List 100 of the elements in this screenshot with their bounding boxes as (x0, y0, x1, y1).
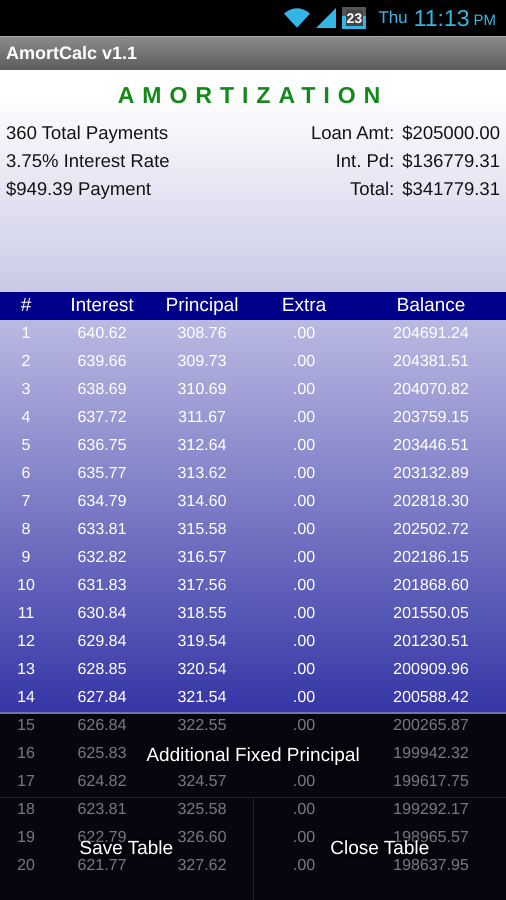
row-number: 3 (20, 381, 32, 399)
balance-cell-text: 202502.72 (392, 521, 470, 539)
row-number: 5 (20, 437, 32, 455)
extra-cell-text: .00 (292, 605, 316, 623)
extra-cell-text: .00 (292, 521, 316, 539)
principal-cell-text: 309.73 (176, 353, 228, 371)
row-number: 8 (20, 521, 32, 539)
principal-cell-text: 320.54 (176, 661, 228, 679)
interest-cell-text: 634.79 (76, 493, 128, 511)
principal-cell-text: 327.62 (176, 857, 228, 875)
principal-cell-text: 324.57 (176, 773, 228, 791)
extra-cell-text: .00 (292, 437, 316, 455)
interest-cell-text: 627.84 (76, 689, 128, 707)
battery-level: 23 (346, 10, 364, 26)
summary-label: Int. Pd: (334, 149, 394, 173)
principal-cell-text: 313.62 (176, 465, 228, 483)
wifi-icon (284, 8, 310, 28)
row-number: 9 (20, 549, 32, 567)
balance-cell-text: 199292.17 (392, 801, 470, 819)
am-pm-label: PM (474, 12, 496, 28)
principal-cell-text: 325.58 (176, 801, 228, 819)
interest-cell-text: 635.77 (76, 465, 128, 483)
summary-line: 360 Total Payments (6, 121, 170, 145)
app-title: AmortCalc v1.1 (6, 43, 138, 64)
principal-cell-text: 322.55 (176, 717, 228, 735)
row-number: 7 (20, 493, 32, 511)
interest-cell-text: 629.84 (76, 633, 128, 651)
principal-cell-text: 318.55 (176, 605, 228, 623)
principal-cell-text: 310.69 (176, 381, 228, 399)
row-number: 4 (20, 409, 32, 427)
principal-cell-text: 312.64 (176, 437, 228, 455)
extra-cell-text: .00 (292, 857, 316, 875)
summary-value: $205000.00 (402, 121, 500, 145)
column-header: Balance (396, 295, 466, 317)
balance-cell-text: 199942.32 (392, 745, 470, 763)
interest-cell-text: 623.81 (76, 801, 128, 819)
extra-cell-text: .00 (292, 801, 316, 819)
interest-cell-text: 621.77 (76, 857, 128, 875)
interest-cell-text: 640.62 (76, 325, 128, 343)
signal-icon (316, 8, 336, 28)
balance-cell-text: 200909.96 (392, 661, 470, 679)
principal-cell-text: 317.56 (176, 577, 228, 595)
summary-value: $341779.31 (402, 177, 500, 201)
row-number: 12 (16, 633, 36, 651)
extra-cell-text: .00 (292, 829, 316, 847)
principal-cell-text: 316.57 (176, 549, 228, 567)
summary-value: $136779.31 (402, 149, 500, 173)
interest-cell-text: 632.82 (76, 549, 128, 567)
row-number: 11 (16, 605, 36, 623)
principal-cell-text: 326.60 (176, 829, 228, 847)
extra-cell-text: .00 (292, 689, 316, 707)
day-label: Thu (378, 8, 408, 28)
summary-title: AMORTIZATION (116, 82, 390, 109)
interest-cell-text: 636.75 (76, 437, 128, 455)
balance-cell-text: 203132.89 (392, 465, 470, 483)
interest-cell-text: 628.85 (76, 661, 128, 679)
balance-cell-text: 202186.15 (392, 549, 470, 567)
row-number: 18 (16, 801, 36, 819)
extra-cell-text: .00 (292, 577, 316, 595)
extra-cell-text: .00 (292, 661, 316, 679)
balance-cell-text: 200265.87 (392, 717, 470, 735)
summary-line: $949.39 Payment (6, 177, 152, 201)
interest-cell-text: 626.84 (76, 717, 128, 735)
summary-label: Total: (349, 177, 394, 201)
interest-cell-text: 639.66 (76, 353, 128, 371)
interest-cell-text: 633.81 (76, 521, 128, 539)
balance-cell-text: 202818.30 (392, 493, 470, 511)
extra-cell-text: .00 (292, 549, 316, 567)
row-number: 2 (20, 353, 32, 371)
extra-cell-text: .00 (292, 381, 316, 399)
summary-label: Loan Amt: (310, 121, 394, 145)
balance-cell-text: 203759.15 (392, 409, 470, 427)
extra-cell-text: .00 (292, 465, 316, 483)
row-number: 16 (16, 745, 36, 763)
interest-cell-text: 637.72 (76, 409, 128, 427)
extra-cell-text: .00 (292, 717, 316, 735)
extra-cell-text: .00 (292, 773, 316, 791)
principal-cell-text: 308.76 (176, 325, 228, 343)
extra-cell-text: .00 (292, 633, 316, 651)
column-header: Interest (69, 295, 135, 317)
balance-cell-text: 198637.95 (392, 857, 470, 875)
principal-cell-text: 311.67 (177, 409, 227, 427)
balance-cell-text: 199617.75 (392, 773, 470, 791)
column-header: Extra (280, 295, 328, 317)
balance-cell-text: 203446.51 (392, 437, 470, 455)
interest-cell-text: 630.84 (76, 605, 128, 623)
principal-cell-text: 314.60 (176, 493, 228, 511)
column-header: Principal (164, 295, 240, 317)
column-header: # (20, 295, 32, 317)
balance-cell-text: 200588.42 (392, 689, 470, 707)
balance-cell-text: 204381.51 (392, 353, 470, 371)
row-number: 13 (16, 661, 36, 679)
extra-cell-text: .00 (292, 409, 316, 427)
row-number: 19 (16, 829, 36, 847)
clock-time: 11:13 (414, 4, 470, 32)
interest-cell-text: 624.82 (76, 773, 128, 791)
balance-cell-text: 201868.60 (392, 577, 470, 595)
summary-line: 3.75% Interest Rate (6, 149, 170, 173)
row-number: 10 (16, 577, 36, 595)
extra-cell-text: .00 (292, 493, 316, 511)
